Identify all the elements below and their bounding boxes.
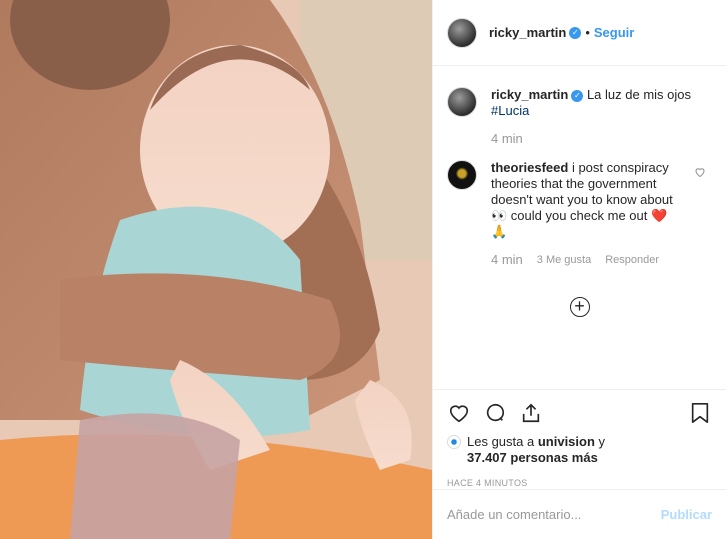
likes-suffix: y — [598, 434, 606, 449]
publish-button[interactable]: Publicar — [661, 507, 712, 522]
add-comment-bar: Publicar — [433, 489, 726, 539]
load-more: + — [447, 297, 712, 317]
verified-badge-icon: ✓ — [569, 26, 582, 39]
commenter-avatar[interactable] — [447, 160, 477, 190]
verified-badge-icon: ✓ — [571, 89, 584, 102]
comment-item: theoriesfeed i post conspiracy theories … — [447, 160, 712, 267]
post-photo[interactable] — [0, 0, 432, 539]
comment-heart-icon[interactable] — [694, 166, 706, 181]
post-timestamp[interactable]: HACE 4 MINUTOS — [447, 478, 712, 488]
action-icons — [447, 400, 712, 426]
likes-prefix: Les gusta a — [467, 434, 535, 449]
comment-bubble-icon[interactable] — [483, 401, 507, 425]
commenter-username[interactable]: theoriesfeed — [491, 160, 568, 175]
post-image — [0, 0, 432, 539]
comments-section[interactable]: ricky_martin ✓ La luz de mis ojos #Lucia … — [433, 66, 726, 389]
comment-likes[interactable]: 3 Me gusta — [537, 254, 591, 266]
caption-text-block: ricky_martin ✓ La luz de mis ojos #Lucia — [491, 87, 701, 119]
likes-user[interactable]: univision — [538, 434, 595, 449]
post-header: ricky_martin ✓ • Seguir — [433, 0, 726, 66]
caption-hashtag[interactable]: #Lucia — [491, 103, 529, 118]
likes-summary: Les gusta a univision y 37.407 personas … — [447, 434, 712, 466]
comment-text-block: theoriesfeed i post conspiracy theories … — [491, 160, 681, 240]
author-avatar[interactable] — [447, 87, 477, 117]
reply-button[interactable]: Responder — [605, 254, 659, 266]
post-panel: ricky_martin ✓ • Seguir ricky_martin ✓ La… — [432, 0, 726, 539]
plus-circle-icon[interactable]: + — [569, 297, 590, 317]
author-username[interactable]: ricky_martin — [489, 25, 566, 40]
share-icon[interactable] — [519, 401, 543, 425]
comment-input[interactable] — [447, 507, 661, 522]
liker-avatar — [447, 435, 461, 449]
follow-button[interactable]: Seguir — [594, 25, 634, 40]
bookmark-icon[interactable] — [688, 401, 712, 425]
post-actions: Les gusta a univision y 37.407 personas … — [433, 389, 726, 488]
comment-meta: 4 min 3 Me gusta Responder — [491, 252, 681, 267]
caption-time[interactable]: 4 min — [491, 131, 701, 146]
caption-username[interactable]: ricky_martin — [491, 87, 568, 102]
caption-text: La luz de mis ojos — [586, 87, 692, 102]
heart-icon[interactable] — [447, 401, 471, 425]
comment-time[interactable]: 4 min — [491, 252, 523, 267]
author-avatar[interactable] — [447, 17, 477, 48]
separator-dot: • — [585, 25, 590, 40]
likes-others[interactable]: 37.407 personas más — [467, 450, 598, 465]
caption: ricky_martin ✓ La luz de mis ojos #Lucia … — [447, 87, 712, 146]
